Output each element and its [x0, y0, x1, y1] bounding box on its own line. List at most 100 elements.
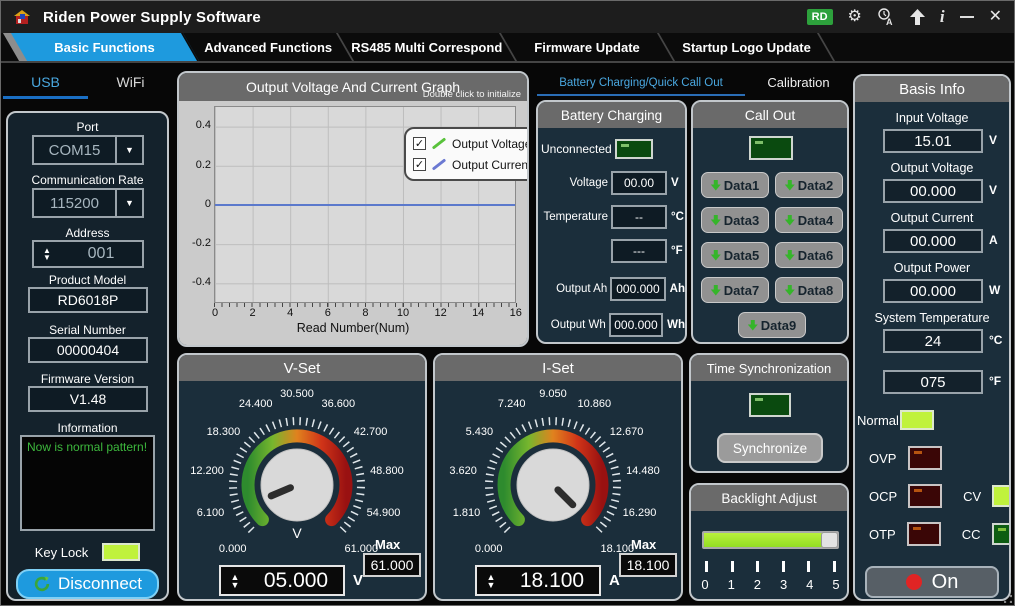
data4-button[interactable]: Data4	[775, 207, 843, 233]
connection-panel: Port COM15 ▼ Communication Rate 115200 ▼…	[6, 111, 169, 601]
y-tick: 0.2	[195, 159, 211, 171]
x-tick: 0	[211, 307, 219, 319]
battery-charging-panel: Battery Charging Unconnected Voltage 00.…	[536, 100, 687, 344]
main-tab-strip: Basic Functions Advanced Functions RS485…	[1, 33, 1014, 63]
voltage-checkbox[interactable]: ✓	[413, 137, 426, 150]
gauge-scale-label: 12.670	[609, 425, 644, 438]
x-tick: 10	[396, 307, 410, 319]
legend-current-label: Output Current(A)	[452, 157, 529, 172]
up-down-arrows-icon[interactable]: ▲ ▼	[221, 567, 249, 594]
close-icon[interactable]: ✕	[989, 9, 1002, 25]
language-icon[interactable]: A	[877, 8, 895, 26]
data7-button[interactable]: Data7	[701, 277, 769, 303]
time-sync-title: Time Synchronization	[691, 355, 847, 381]
firmware-version-label: Firmware Version	[40, 372, 135, 386]
gauge-scale-label: 36.600	[321, 397, 356, 410]
data2-button[interactable]: Data2	[775, 172, 843, 198]
minimize-icon[interactable]	[959, 16, 974, 18]
output-current-label: Output Current	[890, 211, 974, 225]
gauge-scale-label: 18.300	[206, 425, 241, 438]
down-arrow-icon	[784, 249, 795, 261]
down-arrow-icon	[747, 319, 758, 331]
ocp-led	[908, 484, 943, 508]
tab-battery-charging-quick-call-out[interactable]: Battery Charging/Quick Call Out	[536, 69, 746, 96]
v-set-value[interactable]: 05.000	[249, 567, 343, 594]
plot-area[interactable]: ✓ Output Voltage(V) ✓ Output Current(A)	[214, 106, 527, 303]
chevron-down-icon[interactable]: ▼	[115, 137, 142, 163]
battery-temperature-f-value: ---	[611, 239, 667, 263]
i-set-gauge[interactable]: 0.000 1.810 3.620 5.430 7.240 9.050 10.860 12.6…	[435, 381, 681, 555]
gauge-scale-label: 42.700	[353, 425, 388, 438]
data9-button[interactable]: Data9	[738, 312, 806, 338]
y-tick: 0.4	[195, 119, 211, 131]
v-set-stepper[interactable]: ▲ ▼ 05.000	[219, 565, 345, 596]
battery-panel-title: Battery Charging	[538, 102, 685, 128]
app-title: Riden Power Supply Software	[43, 8, 261, 26]
title-bar: Riden Power Supply Software RD ⚙ A i ✕	[1, 1, 1014, 197]
tab-usb[interactable]: USB	[3, 67, 88, 97]
tab-firmware-update[interactable]: Firmware Update	[500, 33, 676, 61]
x-axis-label: Read Number(Num)	[296, 321, 410, 335]
v-set-gauge[interactable]: 0.000 6.100 12.200 18.300 24.400 30.500 36.600…	[179, 381, 425, 555]
backlight-slider[interactable]	[702, 531, 839, 549]
tab-rs485-multi-correspond[interactable]: RS485 Multi Correspond	[337, 33, 518, 61]
data5-button[interactable]: Data5	[701, 242, 769, 268]
tab-advanced-functions[interactable]: Advanced Functions	[182, 33, 355, 61]
key-lock-label: Key Lock	[34, 544, 89, 560]
battery-temperature-label: Temperature	[543, 211, 608, 223]
down-arrow-icon	[784, 179, 795, 191]
gauge-scale-label: 14.480	[626, 464, 660, 477]
i-set-unit: A	[609, 572, 620, 589]
information-box: Now is normal pattern!	[20, 435, 155, 531]
i-set-stepper[interactable]: ▲ ▼ 18.100	[475, 565, 601, 596]
comm-rate-select[interactable]: 115200 ▼	[32, 188, 144, 218]
data6-button[interactable]: Data6	[775, 242, 843, 268]
data3-button[interactable]: Data3	[701, 207, 769, 233]
y-tick: 0	[204, 198, 211, 210]
information-label: Information	[57, 421, 118, 435]
up-down-arrows-icon[interactable]: ▲ ▼	[34, 242, 60, 266]
data8-button[interactable]: Data8	[775, 277, 843, 303]
disconnect-button[interactable]: Disconnect	[16, 569, 159, 599]
normal-led	[899, 410, 934, 430]
time-sync-panel: Time Synchronization Synchronize	[689, 353, 849, 473]
address-stepper[interactable]: ▲ ▼ 001	[32, 240, 144, 268]
upload-arrow-icon[interactable]	[909, 9, 925, 25]
ocp-label: OCP	[869, 488, 898, 504]
tab-wifi[interactable]: WiFi	[88, 67, 173, 97]
settings-gear-icon[interactable]: ⚙	[848, 9, 862, 25]
data1-button[interactable]: Data1	[701, 172, 769, 198]
tab-basic-functions[interactable]: Basic Functions	[10, 33, 200, 61]
system-temperature-c-value: 24	[883, 329, 983, 353]
call-out-led	[749, 136, 793, 160]
backlight-tick-marks	[705, 561, 836, 572]
gauge-scale-label: 1.810	[452, 507, 481, 520]
backlight-slider-thumb[interactable]	[821, 532, 838, 548]
resize-grip[interactable]	[1004, 595, 1012, 603]
output-on-button[interactable]: On	[865, 566, 999, 598]
synchronize-button[interactable]: Synchronize	[717, 433, 823, 463]
gauge-scale-label: 48.800	[370, 464, 404, 477]
product-model-value: RD6018P	[28, 287, 148, 313]
x-tick: 4	[287, 307, 294, 319]
tab-startup-logo-update[interactable]: Startup Logo Update	[658, 33, 836, 61]
output-wh-value: 000.000	[608, 313, 664, 337]
cc-led	[991, 523, 1009, 545]
gauge-scale-label: 7.240	[497, 397, 526, 410]
rd-badge[interactable]: RD	[806, 9, 833, 25]
up-down-arrows-icon[interactable]: ▲ ▼	[477, 567, 505, 594]
battery-status-led	[614, 139, 653, 159]
v-set-knob-unit: V	[292, 525, 302, 541]
i-set-panel: I-Set 0.000 1.810 3.620 5.430 7.240 9.050 10.8…	[433, 353, 683, 601]
i-set-value[interactable]: 18.100	[505, 567, 599, 594]
call-out-title: Call Out	[693, 102, 847, 128]
v-set-unit: V	[353, 572, 364, 589]
product-model-label: Product Model	[48, 273, 127, 287]
current-checkbox[interactable]: ✓	[413, 158, 426, 171]
port-select[interactable]: COM15 ▼	[32, 135, 144, 165]
chevron-down-icon[interactable]: ▼	[115, 190, 142, 216]
info-icon[interactable]: i	[940, 8, 945, 25]
gauge-scale-label: 24.400	[238, 397, 273, 410]
tab-calibration[interactable]: Calibration	[746, 69, 851, 96]
battery-temperature-f-unit: °F	[671, 245, 683, 257]
